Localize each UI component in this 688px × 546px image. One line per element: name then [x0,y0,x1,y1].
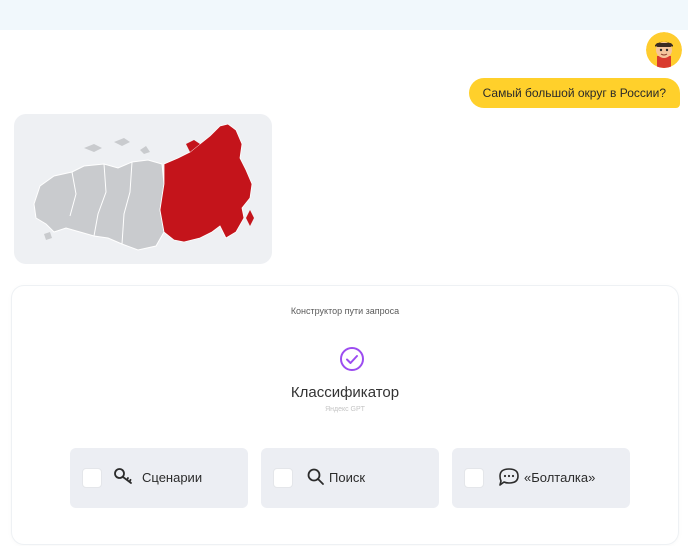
map-highlighted-district [159,123,253,243]
chatter-checkbox[interactable] [464,468,484,488]
check-circle-icon [340,347,364,371]
option-search[interactable]: Поиск [261,448,439,508]
classifier-stage-name: Классификатор [290,384,400,401]
map-western-districts [33,159,165,251]
option-scenarios[interactable]: Сценарии [70,448,248,508]
search-checkbox[interactable] [273,468,293,488]
scenarios-checkbox[interactable] [82,468,102,488]
top-band [0,0,688,30]
classifier-stage-subtitle: Яндекс GPT [325,406,365,413]
search-icon [307,468,324,485]
search-label: Поиск [329,470,366,485]
map-card [14,114,272,264]
user-avatar [646,32,682,68]
russia-map-image [33,123,254,251]
constructor-title: Конструктор пути запроса [290,306,400,316]
user-message-bubble: Самый большой округ в России? [468,78,680,108]
chat-bubble-icon [499,468,519,486]
option-chatter[interactable]: «Болталка» [452,448,630,508]
search-key-icon [114,468,132,484]
query-path-constructor: Конструктор пути запроса Классификатор Я… [12,286,678,544]
chatter-label: «Болталка» [524,470,596,485]
scenarios-label: Сценарии [142,470,203,485]
